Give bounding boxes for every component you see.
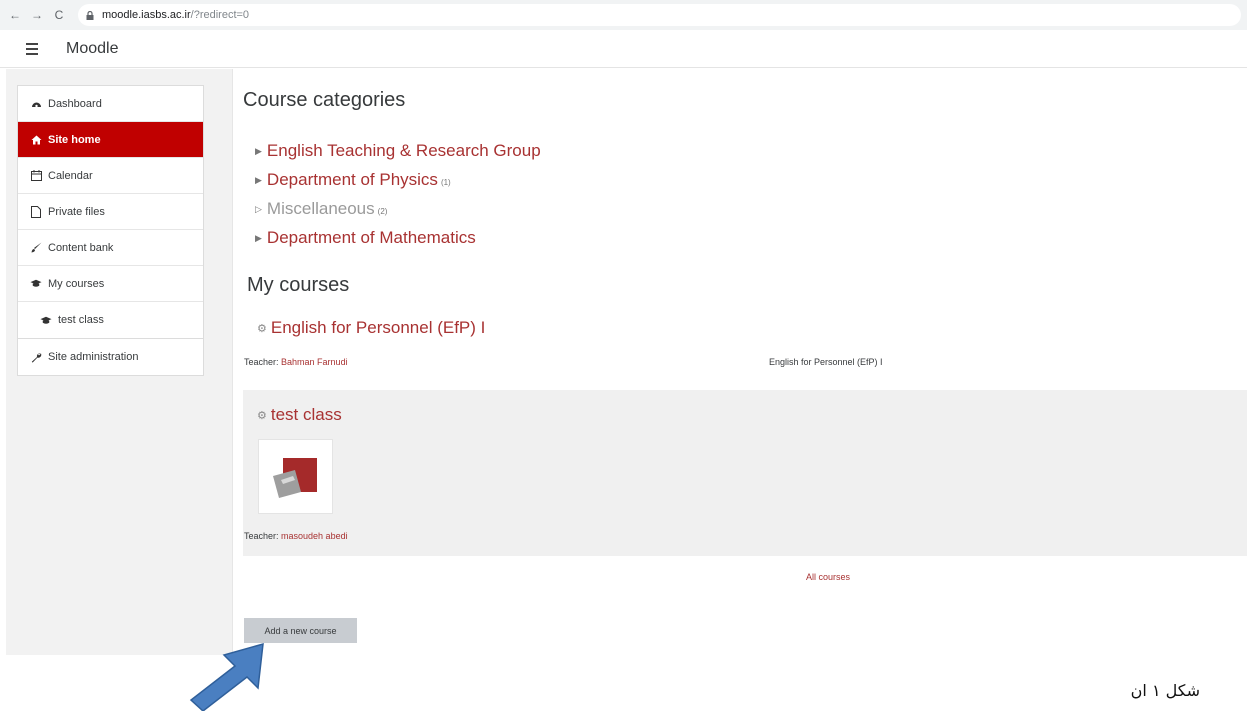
category-count: (2): [377, 207, 388, 216]
nav-item-test-class[interactable]: test class: [18, 302, 203, 338]
category-name: Department of Physics: [266, 170, 438, 189]
collapse-triangle-icon: ▷: [255, 204, 262, 214]
course-image[interactable]: [258, 439, 333, 514]
collapse-triangle-icon: ▶: [255, 175, 262, 185]
calendar-icon: [30, 170, 42, 182]
category-name: Miscellaneous: [266, 199, 375, 218]
teacher-link[interactable]: Bahman Farnudi: [281, 357, 348, 367]
course-categories-heading: Course categories: [243, 89, 406, 111]
collapse-triangle-icon: ▶: [255, 146, 262, 156]
all-courses-link[interactable]: All courses: [806, 572, 850, 582]
top-navbar: Moodle: [0, 30, 1247, 68]
teacher-label: Teacher:: [244, 357, 282, 367]
my-courses-heading: My courses: [247, 274, 350, 296]
forward-icon[interactable]: →: [30, 8, 44, 22]
dashboard-icon: [30, 98, 42, 110]
category-link[interactable]: ▶ Department of Mathematics: [255, 228, 479, 248]
url-field[interactable]: moodle.iasbs.ac.ir /?redirect=0: [78, 4, 1241, 26]
nav-label: Private files: [48, 205, 105, 218]
category-name: Department of Mathematics: [266, 228, 476, 247]
course-title-text: test class: [270, 405, 342, 424]
nav-label: Dashboard: [48, 97, 102, 110]
annotation-arrow-icon: [189, 642, 264, 711]
wrench-icon: [30, 351, 42, 363]
nav-item-content-bank[interactable]: Content bank: [18, 230, 203, 266]
brush-icon: [30, 242, 42, 254]
course-teacher: Teacher: Bahman Farnudi: [244, 357, 348, 367]
reload-icon[interactable]: C: [52, 8, 66, 22]
nav-item-calendar[interactable]: Calendar: [18, 158, 203, 194]
nav-label: test class: [58, 314, 104, 326]
main-content: Course categories ▶ English Teaching & R…: [233, 69, 1247, 655]
category-link[interactable]: ▶ English Teaching & Research Group: [255, 141, 544, 161]
course-icon: ⚙: [257, 409, 267, 422]
teacher-label: Teacher:: [244, 531, 282, 541]
drawer-nav-list: Dashboard Site home Calendar Private fil…: [17, 85, 204, 339]
course-icon: ⚙: [257, 322, 267, 335]
category-count: (1): [440, 178, 451, 187]
lock-icon: [86, 10, 94, 20]
nav-item-private-files[interactable]: Private files: [18, 194, 203, 230]
nav-item-dashboard[interactable]: Dashboard: [18, 86, 203, 122]
course-summary: English for Personnel (EfP) I: [769, 357, 883, 367]
nav-label: Calendar: [48, 169, 93, 182]
site-brand[interactable]: Moodle: [66, 40, 118, 58]
drawer-admin-list: Site administration: [17, 338, 204, 376]
nav-item-site-home[interactable]: Site home: [18, 122, 203, 158]
course-title-link[interactable]: ⚙ English for Personnel (EfP) I: [257, 318, 485, 338]
nav-item-my-courses[interactable]: My courses: [18, 266, 203, 302]
course-title-text: English for Personnel (EfP) I: [270, 318, 486, 337]
url-host: moodle.iasbs.ac.ir: [102, 9, 191, 21]
teacher-link[interactable]: masoudeh abedi: [281, 531, 348, 541]
category-link[interactable]: ▶ Department of Physics (1): [255, 170, 451, 190]
nav-label: Site administration: [48, 351, 139, 363]
nav-label: Site home: [48, 133, 101, 146]
nav-label: My courses: [48, 277, 105, 290]
figure-caption: شکل ۱ ان: [1130, 681, 1200, 700]
category-link[interactable]: ▷ Miscellaneous (2): [255, 199, 387, 219]
graduation-cap-icon: [30, 278, 42, 290]
url-path: /?redirect=0: [190, 9, 250, 21]
course-teacher: Teacher: masoudeh abedi: [244, 531, 348, 541]
nav-label: Content bank: [48, 241, 114, 254]
graduation-cap-icon: [40, 314, 52, 326]
browser-address-bar: ← → C moodle.iasbs.ac.ir /?redirect=0: [0, 0, 1247, 30]
file-icon: [30, 205, 42, 218]
collapse-triangle-icon: ▶: [255, 233, 262, 243]
category-name: English Teaching & Research Group: [266, 141, 541, 160]
back-icon[interactable]: ←: [8, 8, 22, 22]
nav-item-site-administration[interactable]: Site administration: [18, 339, 203, 375]
hamburger-menu-icon[interactable]: [26, 40, 48, 58]
course-title-link[interactable]: ⚙ test class: [257, 405, 342, 425]
course-box: [243, 390, 1247, 556]
home-icon: [30, 134, 42, 146]
